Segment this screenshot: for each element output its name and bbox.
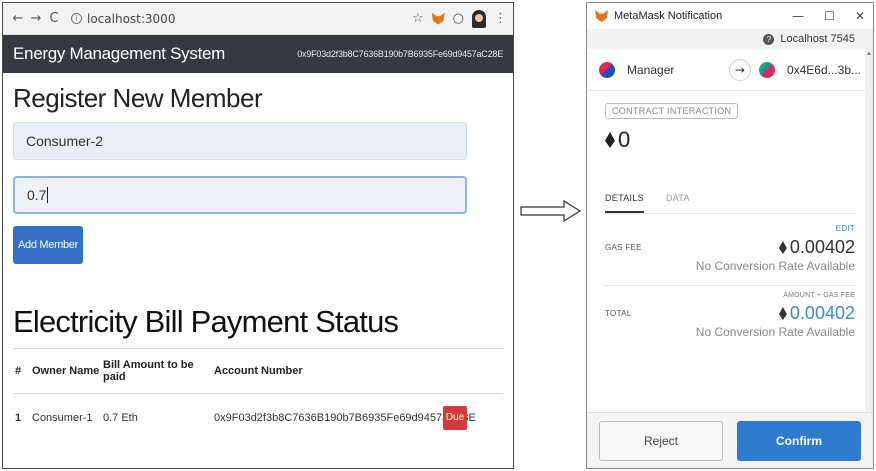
action-footer: Reject Confirm: [587, 412, 873, 468]
total-amount: 0.00402: [696, 303, 855, 324]
maximize-icon[interactable]: ☐: [824, 9, 835, 23]
total-row: TOTAL 0.00402 No Conversion Rate Availab…: [605, 303, 855, 339]
due-button[interactable]: Due: [443, 405, 467, 430]
brand-title[interactable]: Energy Management System: [13, 44, 225, 64]
address-url: localhost:3000: [87, 11, 176, 26]
forward-icon[interactable]: →: [27, 11, 45, 26]
payment-status-heading: Electricity Bill Payment Status: [13, 304, 399, 339]
eth-icon: [778, 241, 787, 254]
bill-amount-value: 0.7: [27, 187, 47, 203]
back-icon[interactable]: ←: [9, 11, 27, 26]
bookmark-star-icon[interactable]: ☆: [412, 11, 424, 26]
from-account-name[interactable]: Manager: [627, 63, 674, 77]
network-indicator[interactable]: ? Localhost 7545: [587, 29, 873, 49]
arrow-right-icon: →: [728, 58, 751, 81]
app-navbar: Energy Management System 0x9F03d2f3b8C76…: [3, 35, 513, 73]
metamask-window: MetaMask Notification — ☐ ✕ ? Localhost …: [586, 2, 874, 469]
gas-fee-label: GAS FEE: [605, 243, 642, 252]
member-name-value: Consumer-2: [26, 133, 104, 149]
gas-fee-row: GAS FEE 0.00402 No Conversion Rate Avail…: [605, 237, 855, 273]
from-account-avatar: [599, 61, 615, 78]
gas-fee-conversion: No Conversion Rate Available: [695, 259, 855, 273]
tab-details[interactable]: DETAILS: [605, 193, 644, 213]
address-bar[interactable]: i localhost:3000: [71, 12, 175, 26]
network-name: Localhost 7545: [780, 33, 855, 45]
contract-interaction-badge: CONTRACT INTERACTION: [605, 103, 739, 119]
minimize-icon[interactable]: —: [792, 9, 804, 23]
column-header-owner: Owner Name: [32, 365, 100, 377]
detail-tabs: DETAILS DATA: [605, 193, 855, 214]
window-controls: — ☐ ✕: [792, 9, 865, 23]
column-header-bill: Bill Amount to be paid: [103, 359, 194, 383]
gas-fee-amount: 0.00402: [696, 237, 855, 258]
table-row: 1 Consumer-1 0.7 Eth 0x9F03d2f3b8C7636B1…: [13, 393, 503, 441]
navbar-account-address: 0x9F03d2f3b8C7636B190b7B6935Fe69d9457aC2…: [297, 49, 503, 59]
scrollbar[interactable]: [865, 49, 873, 412]
total-values: 0.00402 No Conversion Rate Available: [696, 303, 855, 339]
row-bill: 0.7 Eth: [103, 411, 138, 424]
scroll-up-icon[interactable]: ▲: [866, 51, 872, 57]
transaction-details: CONTRACT INTERACTION 0 DETAILS DATA EDIT…: [587, 91, 873, 339]
fee-divider: [605, 285, 855, 286]
member-name-input[interactable]: Consumer-2: [13, 122, 467, 160]
metamask-titlebar: MetaMask Notification — ☐ ✕: [587, 3, 873, 29]
total-value: 0.00402: [789, 303, 855, 323]
eth-icon: [605, 132, 615, 148]
confirm-button[interactable]: Confirm: [737, 420, 861, 461]
register-heading: Register New Member: [13, 83, 263, 113]
total-label: TOTAL: [605, 309, 632, 318]
tab-data[interactable]: DATA: [666, 193, 690, 213]
browser-toolbar: ← → C i localhost:3000 ☆ ○ ⋮: [3, 3, 513, 35]
row-account: 0x9F03d2f3b8C7636B190b7B6935Fe69d9457aC2…: [214, 411, 476, 424]
account-transfer-row: Manager → 0x4E6d...3b...: [587, 49, 873, 91]
edit-gas-link[interactable]: EDIT: [605, 224, 855, 233]
close-icon[interactable]: ✕: [855, 9, 865, 23]
column-header-account: Account Number: [214, 365, 303, 377]
profile-avatar-icon[interactable]: [472, 9, 486, 28]
gas-fee-values: 0.00402 No Conversion Rate Available: [696, 237, 855, 273]
reject-button[interactable]: Reject: [599, 420, 723, 461]
eth-icon: [778, 307, 787, 320]
network-help-icon: ?: [763, 33, 775, 45]
site-info-icon[interactable]: i: [71, 13, 82, 24]
app-content: Register New Member Consumer-2 0.7 Add M…: [3, 83, 513, 441]
menu-kebab-icon[interactable]: ⋮: [494, 11, 507, 26]
add-member-button[interactable]: Add Member: [13, 226, 83, 264]
gas-fee-value: 0.00402: [789, 237, 855, 257]
amount-plus-gas-caption: AMOUNT + GAS FEE: [783, 292, 855, 299]
column-header-number: #: [15, 365, 22, 377]
table-header: # Owner Name Bill Amount to be paid Acco…: [13, 349, 503, 393]
to-account-address[interactable]: 0x4E6d...3b...: [787, 63, 861, 77]
row-number: 1: [15, 411, 22, 424]
amount-value: 0: [618, 127, 631, 152]
toolbar-icons: ☆ ○ ⋮: [412, 9, 507, 28]
browser-window: ← → C i localhost:3000 ☆ ○ ⋮ Energy Mana…: [2, 2, 514, 469]
screenshot-stage: ← → C i localhost:3000 ☆ ○ ⋮ Energy Mana…: [0, 0, 876, 471]
bill-amount-input[interactable]: 0.7: [13, 176, 467, 214]
transaction-amount: 0: [605, 127, 855, 153]
metamask-extension-icon[interactable]: [431, 12, 445, 25]
metamask-window-title: MetaMask Notification: [614, 10, 723, 22]
text-caret: [47, 187, 49, 203]
reload-icon[interactable]: C: [45, 11, 63, 26]
metamask-logo-icon: [595, 10, 608, 22]
flow-arrow-icon: [520, 200, 582, 222]
row-owner: Consumer-1: [32, 411, 93, 424]
extension-icon[interactable]: ○: [453, 11, 464, 26]
total-conversion: No Conversion Rate Available: [695, 325, 855, 339]
to-account-avatar: [758, 61, 775, 78]
